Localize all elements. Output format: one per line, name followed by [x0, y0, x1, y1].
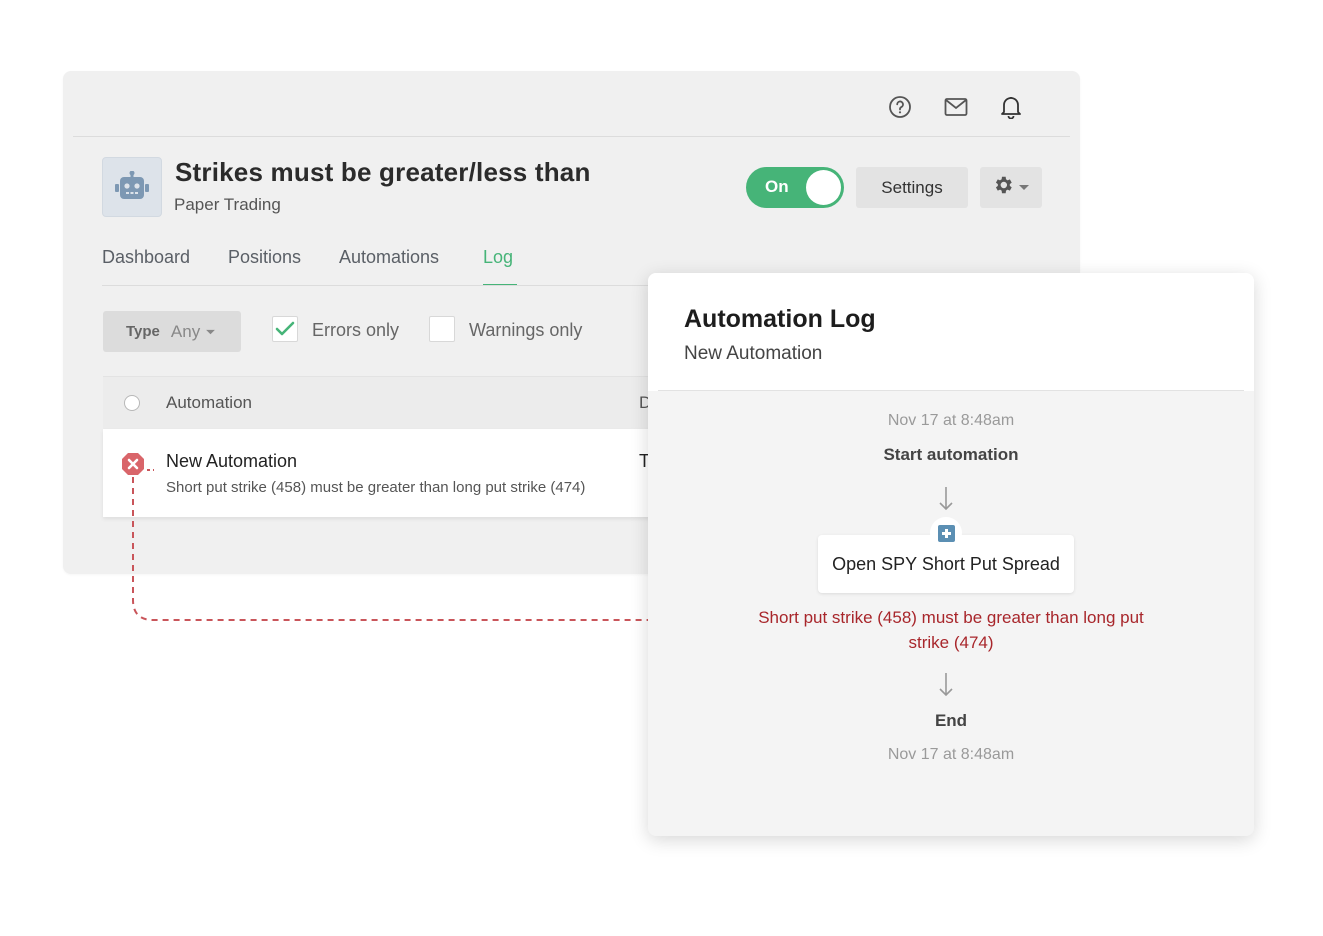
- warnings-only-checkbox[interactable]: [429, 316, 455, 342]
- check-icon: [275, 321, 295, 336]
- strategy-account-type: Paper Trading: [174, 195, 281, 214]
- type-filter-key: Type: [126, 323, 160, 340]
- error-message-line-1: Short put strike (458) must be greater t…: [758, 608, 1144, 627]
- robot-avatar-icon: [102, 157, 162, 217]
- strategy-title: Strikes must be greater/less than: [175, 157, 591, 187]
- mail-icon[interactable]: [943, 94, 969, 120]
- arrow-down-icon: [939, 673, 953, 697]
- tab-positions[interactable]: Positions: [228, 247, 301, 268]
- tab-dashboard[interactable]: Dashboard: [102, 247, 190, 268]
- settings-button[interactable]: Settings: [856, 167, 968, 208]
- row-automation-name: New Automation: [166, 451, 298, 471]
- gear-menu-button[interactable]: [980, 167, 1042, 208]
- errors-only-checkbox[interactable]: [272, 316, 298, 342]
- table-header: Automation D: [103, 376, 663, 429]
- arrow-down-icon: [939, 487, 953, 511]
- toggle-label: On: [765, 177, 789, 196]
- add-action-badge: [930, 517, 962, 549]
- type-filter-dropdown[interactable]: Type Any: [103, 311, 241, 352]
- start-step-label: Start automation: [883, 445, 1019, 464]
- strategy-on-toggle[interactable]: On: [746, 167, 844, 208]
- errors-only-label[interactable]: Errors only: [312, 320, 399, 341]
- tabs-divider: [102, 285, 662, 286]
- tab-automations[interactable]: Automations: [339, 247, 439, 268]
- error-message-line-2: strike (474): [908, 633, 994, 652]
- modal-subtitle: New Automation: [684, 343, 823, 364]
- automation-log-modal: Automation Log New Automation Nov 17 at …: [648, 273, 1254, 836]
- start-timestamp: Nov 17 at 8:48am: [887, 412, 1015, 429]
- help-circle-icon[interactable]: [887, 94, 913, 120]
- column-header-automation[interactable]: Automation: [166, 393, 252, 413]
- toggle-knob: [806, 170, 841, 205]
- type-filter-value: Any: [170, 321, 201, 341]
- chevron-down-icon: [205, 323, 216, 341]
- plus-square-icon: [937, 524, 955, 542]
- table-row[interactable]: New Automation Short put strike (458) mu…: [103, 429, 663, 517]
- error-message: Short put strike (458) must be greater t…: [648, 605, 1254, 655]
- end-step-label: End: [934, 711, 968, 730]
- modal-header-divider: [658, 390, 1244, 391]
- tab-log[interactable]: Log: [483, 247, 513, 268]
- modal-title: Automation Log: [684, 305, 876, 333]
- error-octagon-icon: [120, 451, 146, 477]
- row-error-message: Short put strike (458) must be greater t…: [166, 479, 586, 496]
- select-all-radio[interactable]: [124, 395, 140, 411]
- topbar-divider: [73, 136, 1070, 137]
- warnings-only-label[interactable]: Warnings only: [469, 320, 582, 341]
- bell-icon[interactable]: [998, 94, 1024, 120]
- end-timestamp: Nov 17 at 8:48am: [887, 746, 1015, 763]
- gear-icon: [992, 174, 1014, 201]
- modal-header: Automation Log New Automation: [648, 273, 1254, 391]
- chevron-down-icon: [1018, 179, 1030, 197]
- action-step-label: Open SPY Short Put Spread: [832, 553, 1060, 574]
